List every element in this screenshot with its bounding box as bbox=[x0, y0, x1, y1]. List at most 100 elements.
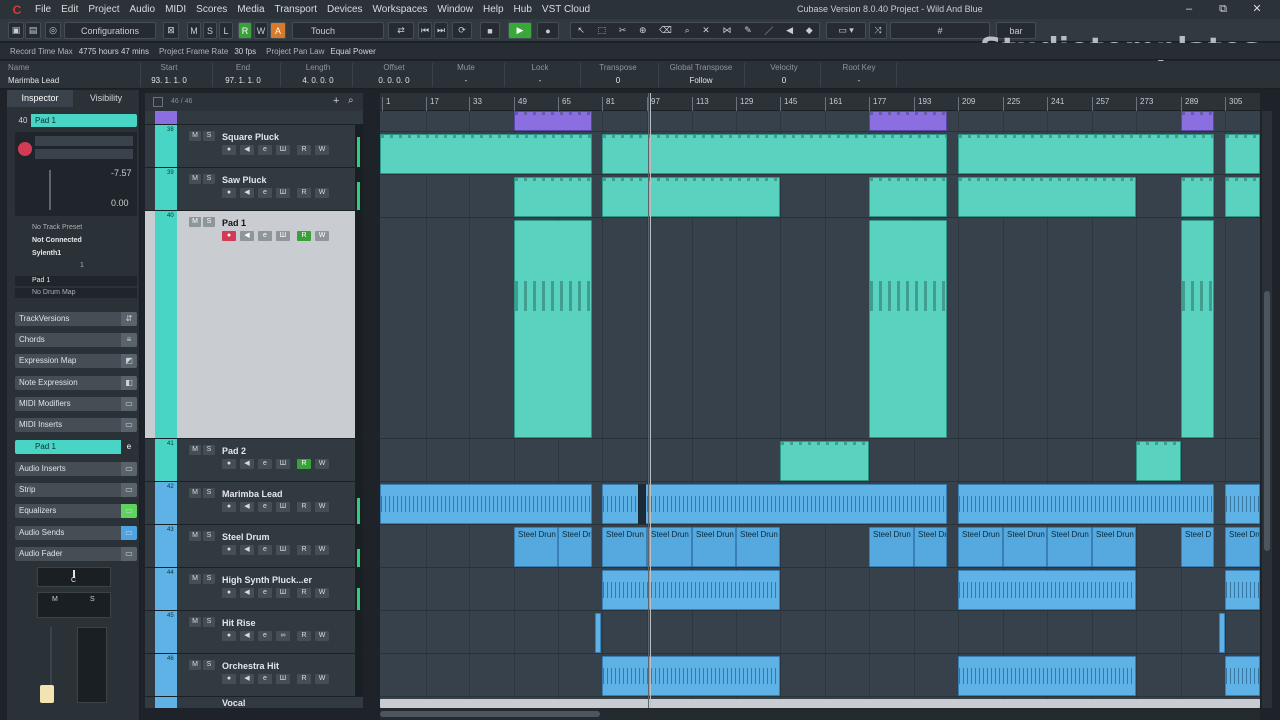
read-button[interactable]: R bbox=[297, 674, 311, 684]
mute-all-button[interactable]: M bbox=[187, 22, 201, 39]
midi-part[interactable] bbox=[869, 111, 947, 131]
search-icon[interactable]: ⌕ bbox=[348, 95, 354, 106]
drum-map-selector[interactable]: No Drum Map bbox=[15, 288, 137, 298]
audio-part[interactable] bbox=[958, 570, 1136, 610]
frame-rate-value[interactable]: 30 fps bbox=[234, 47, 256, 56]
read-automation-button[interactable]: R bbox=[238, 22, 252, 39]
vocal-parts[interactable] bbox=[380, 699, 1260, 708]
menu-hub[interactable]: Hub bbox=[509, 0, 537, 19]
mute-button[interactable]: M bbox=[52, 596, 58, 603]
track-vocal[interactable]: Vocal bbox=[145, 697, 363, 708]
track-button-row-2[interactable] bbox=[35, 149, 133, 159]
track-name[interactable]: Steel Drum bbox=[222, 532, 270, 542]
read-button[interactable]: R bbox=[297, 631, 311, 641]
inspector-track-name[interactable]: Pad 1 bbox=[15, 114, 137, 127]
record-enable-button[interactable]: ● bbox=[222, 674, 236, 684]
audio-part[interactable]: Steel Drun bbox=[602, 527, 647, 567]
selected-event[interactable] bbox=[638, 484, 646, 524]
channel-fader[interactable] bbox=[37, 627, 67, 707]
auto-scroll-button[interactable]: A bbox=[270, 22, 286, 39]
info-name[interactable]: Name Marimba Lead bbox=[8, 63, 59, 85]
stop-button[interactable]: ■ bbox=[480, 22, 500, 39]
monitor-button[interactable]: ◀ bbox=[240, 674, 254, 684]
volume-fader-track[interactable] bbox=[49, 170, 51, 210]
track-name[interactable]: Orchestra Hit bbox=[222, 661, 279, 671]
output-routing[interactable]: Sylenth1 bbox=[15, 249, 137, 259]
mute-tool-icon[interactable]: ✕ bbox=[702, 25, 710, 36]
monitor-button[interactable]: ◀ bbox=[240, 231, 254, 241]
grid-icon[interactable]: # bbox=[890, 22, 990, 39]
midi-part[interactable] bbox=[1225, 134, 1260, 174]
info-global-transpose-value[interactable]: Follow bbox=[664, 76, 738, 85]
section-midi-modifiers[interactable]: MIDI Modifiers ▭ bbox=[15, 397, 137, 411]
info-end[interactable]: End 97. 1. 1. 0 bbox=[220, 63, 266, 85]
mute-button[interactable]: M bbox=[189, 617, 201, 627]
info-root-key-value[interactable]: - bbox=[836, 76, 882, 85]
midi-part[interactable] bbox=[602, 177, 780, 217]
read-button[interactable]: R bbox=[297, 188, 311, 198]
mute-button[interactable]: M bbox=[189, 531, 201, 541]
solo-button[interactable]: S bbox=[203, 174, 215, 184]
info-global-transpose[interactable]: Global Transpose Follow bbox=[664, 63, 738, 85]
edit-button[interactable]: e bbox=[258, 502, 272, 512]
range-selection-icon[interactable]: ⬚ bbox=[598, 25, 607, 36]
audio-part[interactable]: Steel Drun bbox=[514, 527, 558, 567]
vertical-scrollbar[interactable] bbox=[1262, 111, 1272, 708]
track-pad-2[interactable]: 41 M S Pad 2 ● ◀ e Ш R W bbox=[145, 439, 363, 482]
write-button[interactable]: W bbox=[315, 145, 329, 155]
scrollbar-thumb[interactable] bbox=[380, 711, 600, 717]
edit-button[interactable]: e bbox=[258, 674, 272, 684]
track-button-row[interactable] bbox=[35, 136, 133, 146]
midi-part[interactable] bbox=[380, 134, 592, 174]
scrollbar-thumb[interactable] bbox=[1264, 291, 1270, 551]
instrument-button[interactable]: Ш bbox=[276, 231, 290, 241]
info-offset-value[interactable]: 0. 0. 0. 0 bbox=[370, 76, 418, 85]
audio-part[interactable]: Steel Drun bbox=[1047, 527, 1092, 567]
section-midi-inserts[interactable]: MIDI Inserts ▭ bbox=[15, 418, 137, 432]
read-button[interactable]: R bbox=[297, 459, 311, 469]
section-strip[interactable]: Strip ▭ bbox=[15, 483, 137, 497]
input-routing[interactable]: Not Connected bbox=[15, 236, 137, 246]
track-name[interactable]: Square Pluck bbox=[222, 132, 279, 142]
midi-part[interactable] bbox=[514, 177, 592, 217]
write-button[interactable]: W bbox=[315, 588, 329, 598]
zoom-icon[interactable]: ⌕ bbox=[685, 25, 690, 36]
midi-part[interactable] bbox=[958, 134, 1214, 174]
info-transpose-value[interactable]: 0 bbox=[592, 76, 644, 85]
track-orchestra-hit[interactable]: 46 M S Orchestra Hit ● ◀ e Ш R W bbox=[145, 654, 363, 697]
audio-part[interactable]: Steel Drun bbox=[647, 527, 692, 567]
info-transpose[interactable]: Transpose 0 bbox=[592, 63, 644, 85]
menu-midi[interactable]: MIDI bbox=[160, 0, 191, 19]
volume-value[interactable]: -7.57 bbox=[111, 168, 132, 178]
midi-part[interactable] bbox=[869, 220, 947, 438]
tool-palette[interactable]: ↖ ⬚ ✂ ⊕ ⌫ ⌕ ✕ ⋈ ✎ ／ ◀ ◆ bbox=[570, 22, 820, 39]
instrument-channel-header[interactable]: Pad 1 e bbox=[15, 440, 137, 454]
track-name[interactable]: Pad 2 bbox=[222, 446, 246, 456]
audio-part[interactable] bbox=[602, 656, 780, 696]
track-high-synth-pluck[interactable]: 44 M S High Synth Pluck...er ● ◀ e Ш R W bbox=[145, 568, 363, 611]
record-enable-button[interactable]: ● bbox=[222, 459, 236, 469]
mute-button[interactable]: M bbox=[189, 574, 201, 584]
instrument-button[interactable]: Ш bbox=[276, 502, 290, 512]
midi-part[interactable] bbox=[514, 220, 592, 438]
audio-part[interactable] bbox=[380, 484, 592, 524]
menu-devices[interactable]: Devices bbox=[322, 0, 368, 19]
color-picker[interactable]: ▭ ▾ bbox=[826, 22, 866, 39]
arrangement-area[interactable]: Steel Drun Steel Drun Steel Drun Steel D… bbox=[380, 111, 1260, 708]
info-mute-value[interactable]: - bbox=[446, 76, 486, 85]
playhead[interactable] bbox=[650, 93, 651, 708]
menu-file[interactable]: File bbox=[30, 0, 56, 19]
read-button[interactable]: R bbox=[297, 588, 311, 598]
menu-audio[interactable]: Audio bbox=[124, 0, 160, 19]
info-root-key[interactable]: Root Key - bbox=[836, 63, 882, 85]
mute-button[interactable]: M bbox=[189, 660, 201, 670]
edit-button[interactable]: e bbox=[258, 459, 272, 469]
write-button[interactable]: W bbox=[315, 502, 329, 512]
forward-to-end-icon[interactable]: ⏭ bbox=[434, 22, 448, 39]
color-icon[interactable]: ◆ bbox=[806, 25, 813, 36]
track-name[interactable]: Marimba Lead bbox=[222, 489, 283, 499]
solo-button[interactable]: S bbox=[90, 596, 95, 603]
record-button[interactable]: ● bbox=[537, 22, 559, 39]
audio-part[interactable] bbox=[602, 570, 780, 610]
read-button[interactable]: R bbox=[297, 145, 311, 155]
